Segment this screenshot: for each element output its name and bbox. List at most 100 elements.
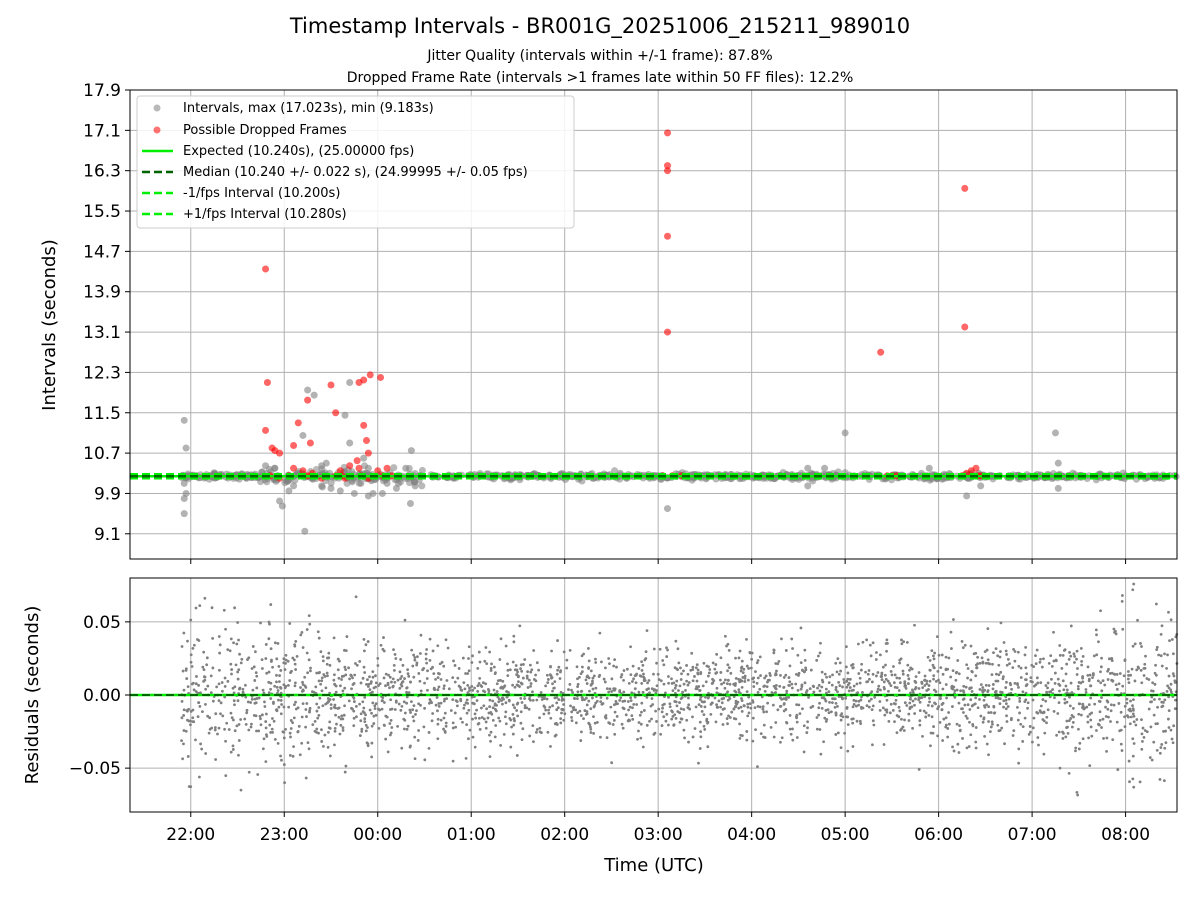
residual-point [468, 728, 472, 732]
residual-point [403, 718, 407, 722]
residuals-x-tick-label: 03:00 [634, 825, 683, 845]
residual-point [696, 672, 700, 676]
residual-point [409, 711, 412, 714]
residual-point [917, 696, 921, 699]
residual-point [1131, 704, 1134, 707]
residual-point [269, 687, 272, 691]
residual-point [992, 704, 996, 708]
residual-point [1058, 644, 1062, 647]
residual-point [203, 675, 207, 679]
residual-point [699, 730, 703, 734]
residual-point [909, 697, 912, 701]
residual-point [607, 690, 611, 694]
residual-point [333, 743, 336, 747]
residual-point [678, 720, 682, 724]
residual-point [251, 645, 255, 648]
residual-point [1044, 699, 1048, 703]
residual-point [703, 705, 707, 709]
residual-point [631, 717, 635, 721]
residual-point [796, 688, 800, 692]
residual-point [1166, 684, 1169, 688]
residual-point [587, 699, 591, 703]
residual-point [1087, 703, 1091, 707]
residual-point [1126, 715, 1130, 719]
residual-point [506, 668, 510, 672]
residual-point [334, 713, 337, 717]
residual-point [623, 699, 627, 703]
residual-point [687, 696, 690, 700]
residual-point [756, 765, 759, 769]
residual-point [618, 690, 621, 694]
residual-point [1101, 717, 1105, 721]
residual-point [715, 686, 719, 690]
residual-point [960, 707, 963, 711]
residual-point [986, 689, 990, 692]
residual-point [818, 689, 822, 693]
residual-point [253, 679, 257, 682]
residual-point [489, 666, 493, 670]
residual-point [605, 696, 609, 700]
residual-point [499, 678, 502, 682]
residual-point [806, 720, 810, 724]
residual-point [1021, 690, 1025, 694]
residual-point [678, 684, 682, 688]
residual-point [882, 743, 886, 746]
residual-point [531, 724, 535, 727]
residual-point [259, 717, 262, 721]
residual-point [743, 674, 747, 678]
residual-point [259, 621, 262, 625]
residual-point [250, 667, 254, 670]
residual-point [345, 635, 349, 638]
residual-point [368, 708, 372, 712]
residual-point [437, 704, 441, 708]
interval-point [346, 439, 354, 447]
residual-point [675, 667, 679, 671]
residual-point [513, 719, 516, 723]
residual-point [374, 685, 378, 689]
residual-point [725, 717, 729, 720]
residual-point [906, 663, 910, 667]
residual-point [666, 648, 669, 652]
residual-point [947, 722, 951, 726]
residual-point [1161, 701, 1165, 704]
residual-point [528, 697, 531, 701]
interval-point [402, 464, 410, 472]
residual-point [478, 676, 482, 680]
residual-point [1053, 671, 1057, 675]
residual-point [271, 717, 274, 720]
residual-point [403, 618, 407, 622]
residual-point [911, 699, 915, 703]
residual-point [917, 687, 921, 690]
dropped-frame-point [304, 396, 312, 404]
interval-point [1051, 429, 1059, 437]
residual-point [483, 659, 487, 663]
residual-point [443, 697, 447, 701]
residual-point [851, 721, 855, 725]
residuals-x-tick-label: 02:00 [540, 825, 589, 845]
residual-point [946, 735, 950, 739]
residual-point [1002, 641, 1006, 644]
residual-point [186, 709, 189, 713]
interval-point [301, 527, 309, 535]
residual-point [393, 708, 397, 711]
residual-point [254, 671, 258, 675]
residual-point [899, 728, 903, 732]
residual-point [1154, 722, 1158, 726]
residual-point [216, 732, 219, 736]
residual-point [244, 683, 247, 687]
residual-point [1120, 594, 1124, 597]
residual-point [745, 664, 749, 668]
residual-point [589, 669, 593, 673]
residual-point [655, 720, 658, 723]
residual-point [939, 666, 943, 670]
residual-point [245, 711, 249, 715]
residual-point [407, 691, 411, 694]
residual-point [921, 734, 924, 738]
residual-point [1166, 717, 1170, 721]
residual-point [968, 708, 972, 711]
residual-point [251, 688, 255, 692]
residual-point [982, 704, 986, 708]
residual-point [836, 657, 840, 661]
residual-point [1097, 640, 1100, 644]
residual-point [618, 699, 622, 702]
